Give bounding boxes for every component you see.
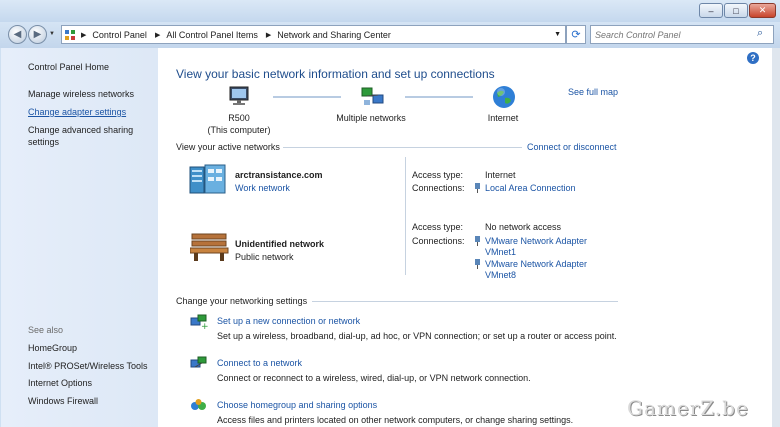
computer-name: R500 [228, 113, 250, 123]
internet-label: Internet [487, 113, 519, 123]
breadcrumb-arrow-icon: ▶ [154, 31, 161, 39]
see-also-windows-firewall[interactable]: Windows Firewall [28, 396, 98, 406]
search-box[interactable]: ⌕ [590, 25, 774, 44]
access-type-label: Access type: [412, 170, 464, 180]
connection-link[interactable]: VMware Network Adapter VMnet8 [485, 259, 597, 281]
scrollbar[interactable] [772, 48, 780, 427]
see-full-map-link[interactable]: See full map [568, 87, 618, 97]
breadcrumb-all-items[interactable]: ▶ All Control Panel Items [155, 30, 258, 40]
sidebar-item-manage-wireless[interactable]: Manage wireless networks [28, 89, 134, 99]
breadcrumb-label: All Control Panel Items [166, 29, 258, 40]
task-description: Set up a wireless, broadband, dial-up, a… [217, 331, 617, 341]
access-type-value: Internet [485, 170, 516, 180]
search-input[interactable] [591, 26, 759, 43]
ethernet-icon [474, 259, 481, 271]
task-homegroup-link[interactable]: Choose homegroup and sharing options [217, 400, 377, 410]
see-also-homegroup[interactable]: HomeGroup [28, 343, 77, 353]
see-also-internet-options[interactable]: Internet Options [28, 378, 92, 388]
section-divider [312, 301, 618, 302]
breadcrumb-label: Network and Sharing Center [277, 29, 391, 40]
maximize-icon: □ [733, 5, 739, 16]
connections-label: Connections: [412, 236, 465, 246]
homegroup-icon [190, 398, 208, 416]
see-also-label: See also [28, 325, 64, 335]
network-type-link[interactable]: Work network [235, 183, 290, 193]
recent-pages-dropdown-icon[interactable]: ▼ [49, 31, 55, 37]
breadcrumb-network-center[interactable]: ▶ Network and Sharing Center [266, 30, 391, 40]
svg-text:+: + [201, 322, 208, 330]
network-column-divider [405, 157, 406, 275]
help-button[interactable]: ? [747, 52, 759, 64]
control-panel-icon [65, 29, 75, 40]
sidebar-item-advanced-sharing[interactable]: Change advanced sharing settings [28, 124, 148, 148]
network-name: arctransistance.com [235, 170, 323, 180]
connection-link[interactable]: VMware Network Adapter VMnet1 [485, 236, 597, 258]
forward-arrow-icon: ▶ [33, 29, 42, 40]
breadcrumb-label: Control Panel [92, 29, 147, 40]
address-row: ◀ ▶ ▼ ▶ Control Panel ▶ All Control Panel … [0, 22, 780, 48]
multiple-networks-icon [361, 86, 385, 110]
back-button[interactable]: ◀ [8, 25, 27, 44]
address-bar[interactable]: ▶ Control Panel ▶ All Control Panel Items … [61, 25, 566, 44]
breadcrumb-control-panel[interactable]: ▶ Control Panel [81, 30, 147, 40]
watermark-logo: GamerZ.be [627, 396, 749, 420]
task-connect-network-link[interactable]: Connect to a network [217, 358, 302, 368]
see-also-intel-proset[interactable]: Intel® PROSet/Wireless Tools [28, 361, 148, 371]
help-icon: ? [750, 53, 756, 63]
refresh-button[interactable]: ⟳ [566, 25, 586, 44]
forward-button[interactable]: ▶ [28, 25, 47, 44]
change-settings-header: Change your networking settings [176, 296, 308, 306]
network-name: Unidentified network [235, 239, 325, 249]
new-connection-icon: + [190, 314, 209, 332]
map-link-line [405, 96, 473, 98]
sidebar-home-link[interactable]: Control Panel Home [28, 62, 109, 72]
connect-disconnect-link[interactable]: Connect or disconnect [527, 142, 617, 152]
minimize-button[interactable]: – [699, 3, 723, 18]
refresh-icon: ⟳ [571, 29, 581, 41]
maximize-button[interactable]: □ [724, 3, 748, 18]
sidebar-item-change-adapter[interactable]: Change adapter settings [28, 107, 126, 117]
back-arrow-icon: ◀ [13, 29, 22, 40]
section-divider [283, 147, 522, 148]
page-title: View your basic network information and … [176, 67, 495, 81]
close-button[interactable]: ✕ [749, 3, 776, 18]
ethernet-icon [474, 236, 481, 248]
search-icon[interactable]: ⌕ [757, 27, 763, 40]
public-network-bench-icon [189, 232, 230, 264]
computer-subtitle: (This computer) [207, 125, 271, 135]
work-network-icon [188, 163, 228, 197]
internet-globe-icon [492, 85, 516, 111]
active-networks-header: View your active networks [176, 142, 280, 152]
map-link-line [273, 96, 341, 98]
connections-label: Connections: [412, 183, 465, 193]
access-type-value: No network access [485, 222, 562, 232]
connection-link[interactable]: Local Area Connection [485, 183, 576, 193]
task-description: Connect or reconnect to a wireless, wire… [217, 373, 531, 383]
computer-icon [228, 86, 252, 110]
task-setup-connection-link[interactable]: Set up a new connection or network [217, 316, 360, 326]
close-icon: ✕ [758, 5, 767, 15]
connect-network-icon [190, 356, 208, 374]
task-description: Access files and printers located on oth… [217, 415, 574, 425]
access-type-label: Access type: [412, 222, 464, 232]
address-dropdown-icon[interactable]: ▼ [554, 31, 561, 38]
title-bar: – □ ✕ [0, 0, 780, 22]
network-type: Public network [235, 252, 294, 262]
multiple-networks-label: Multiple networks [336, 113, 406, 123]
ethernet-icon [474, 183, 481, 195]
minimize-icon: – [708, 5, 714, 16]
breadcrumb-arrow-icon: ▶ [81, 31, 87, 39]
breadcrumb-arrow-icon: ▶ [265, 31, 272, 39]
